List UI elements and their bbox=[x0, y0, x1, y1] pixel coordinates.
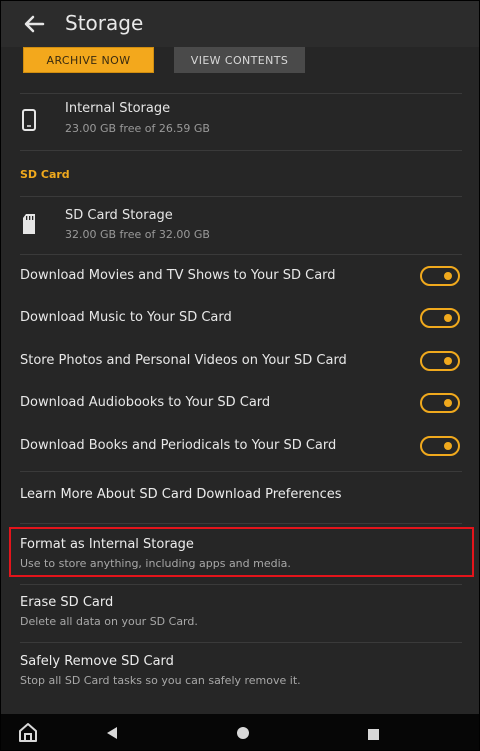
toggle-row-audiobooks: Download Audiobooks to Your SD Card bbox=[1, 386, 479, 422]
toggle-label: Download Movies and TV Shows to Your SD … bbox=[20, 268, 336, 283]
internal-storage-free: 23.00 GB free of 26.59 GB bbox=[65, 122, 210, 135]
toggle-switch[interactable] bbox=[420, 308, 460, 328]
option-subtitle: Stop all SD Card tasks so you can safely… bbox=[20, 674, 301, 687]
circle-home-icon bbox=[237, 727, 249, 739]
toggle-row-movies: Download Movies and TV Shows to Your SD … bbox=[1, 259, 479, 295]
system-nav-bar bbox=[1, 714, 479, 750]
internal-storage-title: Internal Storage bbox=[65, 101, 171, 116]
toggle-label: Store Photos and Personal Videos on Your… bbox=[20, 353, 347, 368]
app-header: Storage bbox=[1, 1, 479, 47]
option-subtitle: Delete all data on your SD Card. bbox=[20, 615, 198, 628]
back-button[interactable] bbox=[19, 9, 49, 39]
toggle-label: Download Audiobooks to Your SD Card bbox=[20, 395, 271, 410]
toggle-knob bbox=[444, 314, 452, 322]
sd-card-storage-row[interactable]: SD Card Storage 32.00 GB free of 32.00 G… bbox=[1, 197, 479, 253]
sd-card-storage-free: 32.00 GB free of 32.00 GB bbox=[65, 228, 210, 241]
nav-recents-button[interactable] bbox=[367, 726, 380, 745]
sd-card-storage-title: SD Card Storage bbox=[65, 208, 173, 223]
toggle-row-books: Download Books and Periodicals to Your S… bbox=[1, 429, 479, 465]
divider bbox=[20, 642, 462, 643]
toggle-row-music: Download Music to Your SD Card bbox=[1, 301, 479, 337]
sd-card-section-heading: SD Card bbox=[20, 168, 70, 181]
internal-storage-row[interactable]: Internal Storage 23.00 GB free of 26.59 … bbox=[1, 94, 479, 150]
toggle-knob bbox=[444, 442, 452, 450]
arrow-left-icon bbox=[24, 15, 45, 33]
toggle-row-photos: Store Photos and Personal Videos on Your… bbox=[1, 344, 479, 380]
divider bbox=[20, 523, 462, 524]
storage-screen: Storage ARCHIVE NOW VIEW CONTENTS Intern… bbox=[0, 0, 480, 751]
divider bbox=[20, 254, 462, 255]
toggle-label: Download Music to Your SD Card bbox=[20, 310, 232, 325]
toggle-switch[interactable] bbox=[420, 266, 460, 286]
home-icon bbox=[19, 723, 37, 742]
toggle-label: Download Books and Periodicals to Your S… bbox=[20, 438, 337, 453]
toggle-switch[interactable] bbox=[420, 351, 460, 371]
learn-more-link[interactable]: Learn More About SD Card Download Prefer… bbox=[20, 487, 342, 502]
nav-home-button[interactable] bbox=[236, 725, 250, 744]
toggle-switch[interactable] bbox=[420, 436, 460, 456]
divider bbox=[20, 471, 462, 472]
toggle-knob bbox=[444, 272, 452, 280]
erase-sd-card-row[interactable]: Erase SD Card Delete all data on your SD… bbox=[1, 587, 479, 639]
option-title: Safely Remove SD Card bbox=[20, 654, 174, 669]
page-title: Storage bbox=[65, 11, 144, 35]
highlight-box bbox=[9, 527, 474, 577]
divider bbox=[20, 150, 462, 151]
option-title: Erase SD Card bbox=[20, 595, 114, 610]
phone-icon bbox=[22, 109, 36, 131]
safely-remove-sd-card-row[interactable]: Safely Remove SD Card Stop all SD Card t… bbox=[1, 645, 479, 697]
toggle-switch[interactable] bbox=[420, 393, 460, 413]
home-button[interactable] bbox=[17, 721, 39, 747]
toggle-knob bbox=[444, 399, 452, 407]
nav-back-button[interactable] bbox=[105, 725, 119, 744]
divider bbox=[20, 584, 462, 585]
toggle-knob bbox=[444, 357, 452, 365]
square-recents-icon bbox=[368, 729, 379, 740]
view-contents-button[interactable]: VIEW CONTENTS bbox=[174, 47, 305, 73]
archive-now-button[interactable]: ARCHIVE NOW bbox=[23, 47, 154, 73]
sd-card-icon bbox=[23, 214, 35, 234]
back-triangle-icon bbox=[107, 727, 117, 739]
